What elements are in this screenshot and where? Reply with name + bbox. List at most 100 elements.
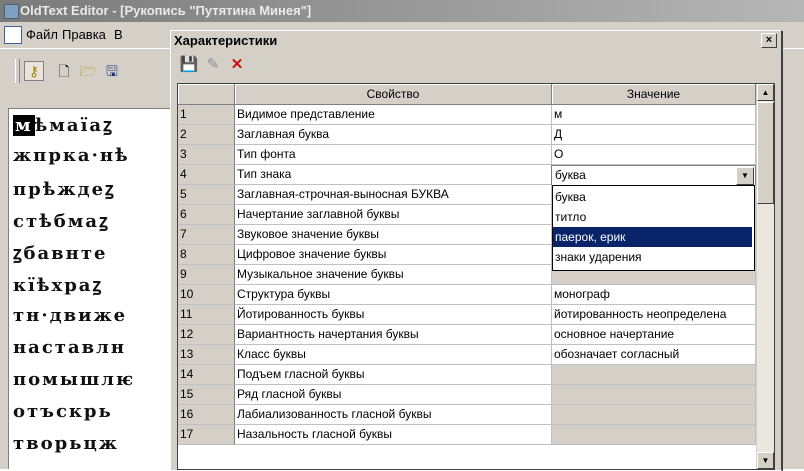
row-number: 1	[178, 105, 235, 125]
sign-type-combobox[interactable]: буква ▼	[551, 165, 756, 186]
document-icon[interactable]	[4, 26, 22, 44]
row-number: 13	[178, 345, 235, 365]
row-number: 4	[178, 165, 235, 185]
key-icon[interactable]: ⚷	[24, 61, 44, 81]
row-number: 7	[178, 225, 235, 245]
property-cell[interactable]: Цифровое значение буквы	[235, 245, 552, 265]
row-number: 2	[178, 125, 235, 145]
table-row[interactable]: 11 Йотированность буквы йотированность нео…	[178, 305, 756, 325]
app-title: OldText Editor - [Рукопись "Путятина Мин…	[20, 3, 312, 18]
app-title-bar: OldText Editor - [Рукопись "Путятина Мин…	[0, 0, 804, 22]
table-row[interactable]: 4 Тип знака буква ▼	[178, 165, 756, 186]
new-document-icon[interactable]: 🗋	[54, 61, 74, 81]
value-cell[interactable]: йотированность неопределена	[552, 305, 756, 325]
scroll-thumb[interactable]	[757, 102, 774, 204]
manuscript-line: прѣждеꙁ	[13, 179, 116, 200]
save-icon[interactable]: 🖫	[102, 61, 122, 81]
selected-letter[interactable]: м	[13, 115, 35, 136]
property-cell[interactable]: Вариантность начертания буквы	[235, 325, 552, 345]
property-cell[interactable]: Класс буквы	[235, 345, 552, 365]
table-row[interactable]: 2 Заглавная буква Д	[178, 125, 756, 145]
close-icon[interactable]: ×	[761, 33, 777, 48]
sign-type-dropdown-list[interactable]: буква титло паерок, ерик знаки ударения	[552, 185, 755, 271]
value-cell[interactable]: обозначает согласный	[552, 345, 756, 365]
combobox-value: буква	[555, 168, 586, 182]
dropdown-option[interactable]: знаки ударения	[553, 247, 752, 267]
value-cell[interactable]: м	[552, 105, 756, 125]
scroll-up-icon[interactable]: ▲	[757, 84, 774, 101]
property-cell[interactable]: Заглавная-строчная-выносная БУКВА	[235, 185, 552, 205]
row-number: 6	[178, 205, 235, 225]
property-cell[interactable]: Заглавная буква	[235, 125, 552, 145]
open-folder-icon[interactable]: 🗁	[78, 61, 98, 81]
save-icon[interactable]: 💾	[179, 55, 199, 75]
value-cell[interactable]	[552, 385, 756, 405]
property-cell[interactable]: Видимое представление	[235, 105, 552, 125]
row-number: 10	[178, 285, 235, 305]
row-number: 9	[178, 265, 235, 285]
manuscript-line: тн·движе	[13, 305, 128, 326]
property-cell[interactable]: Подъем гласной буквы	[235, 365, 552, 385]
manuscript-line: творьцж	[13, 433, 119, 454]
row-number: 11	[178, 305, 235, 325]
delete-icon[interactable]: ✕	[227, 55, 247, 75]
value-cell[interactable]: О	[552, 145, 756, 165]
table-row[interactable]: 15 Ряд гласной буквы	[178, 385, 756, 405]
row-number: 15	[178, 385, 235, 405]
dropdown-option[interactable]: паерок, ерик	[553, 227, 752, 247]
dropdown-option[interactable]: буква	[553, 187, 752, 207]
toolbar-grip[interactable]	[15, 59, 20, 83]
table-row[interactable]: 12 Вариантность начертания буквы основное …	[178, 325, 756, 345]
header-number	[178, 84, 235, 105]
value-cell[interactable]	[552, 425, 756, 445]
property-cell[interactable]: Йотированность буквы	[235, 305, 552, 325]
property-cell[interactable]: Музыкальное значение буквы	[235, 265, 552, 285]
chevron-down-icon[interactable]: ▼	[736, 167, 754, 185]
value-cell[interactable]: монограф	[552, 285, 756, 305]
value-cell[interactable]: основное начертание	[552, 325, 756, 345]
manuscript-line: жпрка·нѣ	[13, 145, 130, 166]
scroll-down-icon[interactable]: ▼	[757, 452, 774, 469]
row-number: 14	[178, 365, 235, 385]
manuscript-line: стѣбмаꙁ	[13, 211, 110, 232]
row-number: 12	[178, 325, 235, 345]
value-cell[interactable]	[552, 365, 756, 385]
menu-file[interactable]: Файл	[26, 27, 58, 42]
property-cell[interactable]: Лабиализованность гласной буквы	[235, 405, 552, 425]
property-cell[interactable]: Начертание заглавной буквы	[235, 205, 552, 225]
row-number: 3	[178, 145, 235, 165]
property-cell[interactable]: Тип знака	[235, 165, 552, 185]
row-number: 5	[178, 185, 235, 205]
table-row[interactable]: 16 Лабиализованность гласной буквы	[178, 405, 756, 425]
value-cell[interactable]	[552, 405, 756, 425]
table-row[interactable]: 1 Видимое представление м	[178, 105, 756, 125]
table-row[interactable]: 3 Тип фонта О	[178, 145, 756, 165]
property-cell[interactable]: Звуковое значение буквы	[235, 225, 552, 245]
property-cell[interactable]: Ряд гласной буквы	[235, 385, 552, 405]
properties-grid[interactable]: Свойство Значение ▲ ▼ 1 Видимое представл…	[177, 83, 775, 470]
property-cell[interactable]: Структура буквы	[235, 285, 552, 305]
value-cell[interactable]: Д	[552, 125, 756, 145]
manuscript-text-pane[interactable]: м ѣмаїаꙁ жпрка·нѣ прѣждеꙁ стѣбмаꙁ ꙁбавнте кїѣх…	[8, 108, 178, 469]
dialog-toolbar: 💾 ✎ ✕	[171, 51, 781, 79]
menu-view[interactable]: В	[114, 27, 123, 42]
manuscript-line: наставлн	[13, 337, 126, 358]
property-cell[interactable]: Тип фонта	[235, 145, 552, 165]
table-row[interactable]: 13 Класс буквы обозначает согласный	[178, 345, 756, 365]
menu-edit[interactable]: Правка	[62, 27, 106, 42]
dropdown-option[interactable]: титло	[553, 207, 752, 227]
row-number: 16	[178, 405, 235, 425]
table-row[interactable]: 14 Подъем гласной буквы	[178, 365, 756, 385]
app-icon	[4, 4, 19, 19]
table-row[interactable]: 17 Назальность гласной буквы	[178, 425, 756, 445]
header-property[interactable]: Свойство	[235, 84, 552, 105]
dialog-title-bar: Характеристики ×	[171, 31, 781, 50]
edit-icon[interactable]: ✎	[203, 55, 223, 75]
header-value[interactable]: Значение	[552, 84, 756, 105]
manuscript-line: отъскрь	[13, 401, 113, 422]
property-cell[interactable]: Назальность гласной буквы	[235, 425, 552, 445]
vertical-scrollbar[interactable]: ▲ ▼	[756, 84, 774, 469]
manuscript-line: кїѣхраꙁ	[13, 275, 103, 296]
table-row[interactable]: 10 Структура буквы монограф	[178, 285, 756, 305]
row-number: 8	[178, 245, 235, 265]
